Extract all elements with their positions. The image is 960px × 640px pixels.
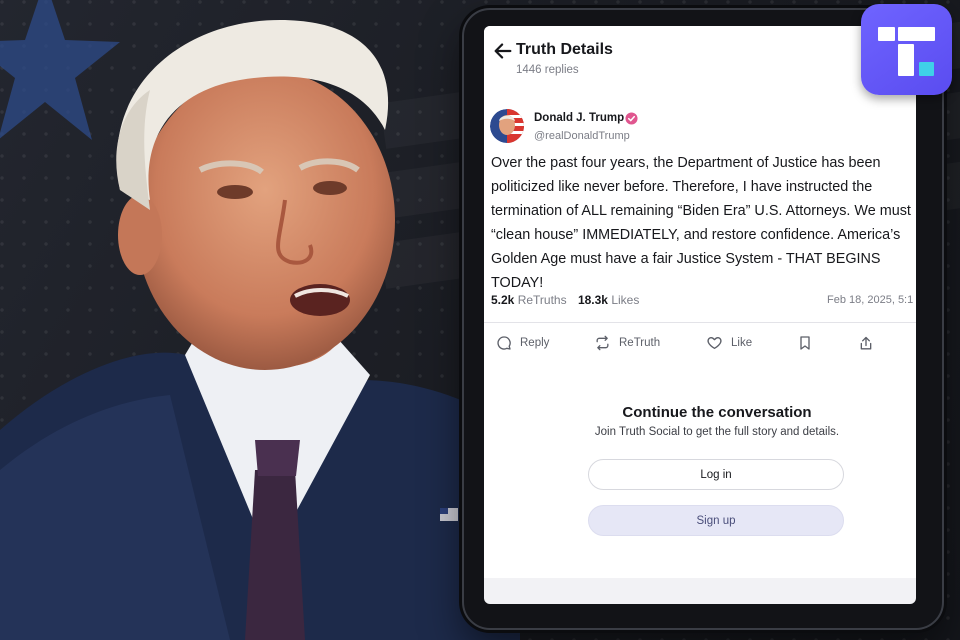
page-title: Truth Details [516, 41, 613, 58]
repost-icon [596, 335, 609, 351]
truth-social-logo [861, 4, 952, 95]
post-stats: 5.2k ReTruths 18.3k Likes [491, 293, 647, 307]
retruths-count: 5.2k [491, 293, 515, 307]
person-photo [0, 20, 520, 640]
post-text: Over the past four years, the Department… [491, 155, 911, 291]
retruth-label: ReTruth [619, 337, 661, 349]
arrow-left-icon[interactable] [492, 40, 514, 62]
bookmark-button[interactable] [798, 335, 812, 351]
likes-count: 18.3k [577, 293, 608, 307]
verified-badge-icon [625, 112, 638, 125]
share-button[interactable] [858, 335, 874, 352]
cta-title: Continue the conversation [622, 404, 812, 421]
retruth-button[interactable]: ReTruth [594, 335, 660, 351]
retruths-label: ReTruths [517, 293, 567, 307]
login-button[interactable]: Log in [588, 459, 844, 490]
post-card: Truth Details 1446 replies Donald J. Tru… [484, 26, 916, 578]
avatar[interactable] [490, 109, 524, 143]
signup-button[interactable]: Sign up [588, 505, 844, 536]
reply-button[interactable]: Reply [496, 335, 549, 351]
like-button[interactable]: Like [706, 335, 752, 351]
author-name[interactable]: Donald J. Trump [534, 112, 624, 124]
author-handle[interactable]: @realDonaldTrump [534, 130, 630, 142]
reply-label: Reply [520, 337, 550, 349]
likes-stat[interactable]: 18.3k Likes [578, 293, 639, 307]
share-icon [860, 336, 872, 350]
heart-icon [707, 337, 722, 349]
bookmark-icon [800, 336, 810, 350]
truth-social-screen: Truth Details 1446 replies Donald J. Tru… [484, 26, 916, 604]
cta-subtitle: Join Truth Social to get the full story … [594, 426, 840, 438]
like-label: Like [731, 337, 753, 349]
post-date: Feb 18, 2025, 5:1 [827, 294, 914, 306]
replies-count: 1446 replies [516, 64, 579, 76]
page-header: Truth Details 1446 replies [484, 26, 916, 94]
retruths-stat[interactable]: 5.2k ReTruths [491, 293, 567, 307]
comment-icon [497, 336, 511, 350]
divider [484, 322, 916, 323]
likes-label: Likes [611, 293, 640, 307]
